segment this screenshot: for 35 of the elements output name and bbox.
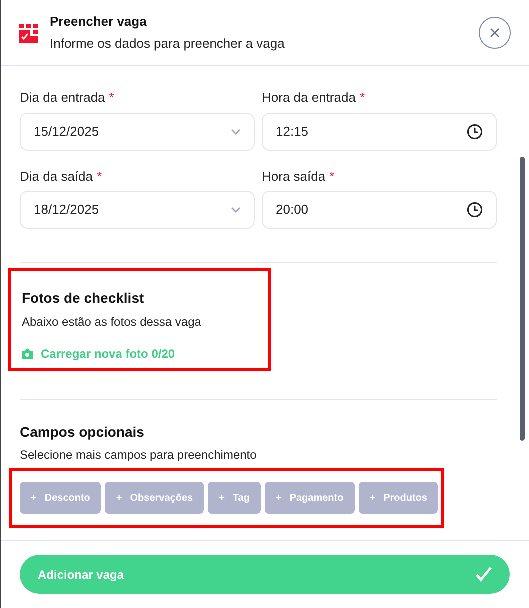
dialog-title: Preencher vaga [50, 12, 148, 31]
chevron-down-icon [231, 128, 241, 134]
section-subtitle: Selecione mais campos para preenchimento [20, 447, 258, 464]
submit-button[interactable]: Adicionar vaga [20, 555, 510, 594]
field-label: Hora saída [262, 168, 326, 186]
optional-field-button[interactable]: + Pagamento [264, 482, 355, 514]
optional-field-button[interactable]: + Observações [105, 482, 204, 514]
scrollbar-thumb[interactable] [520, 157, 525, 441]
optional-field-button[interactable]: + Tag [208, 482, 261, 514]
date-field[interactable]: 15/12/2025 [20, 112, 255, 150]
required-mark: * [97, 168, 102, 186]
close-icon [490, 28, 500, 38]
date-field[interactable]: 18/12/2025 [20, 191, 255, 229]
field-label: Hora da entrada [262, 89, 356, 107]
time-field[interactable]: 20:00 [262, 191, 497, 229]
optional-field-button[interactable]: + Produtos [358, 482, 438, 514]
section-subtitle: Abaixo estão as fotos dessa vaga [22, 314, 202, 331]
clock-icon [467, 124, 483, 140]
required-mark: * [360, 89, 366, 107]
dialog-subtitle: Informe os dados para preencher a vaga [50, 35, 286, 53]
chevron-down-icon [231, 207, 241, 213]
close-button[interactable] [479, 16, 511, 48]
parking-grid-icon [19, 22, 39, 42]
section-title: Campos opcionais [20, 423, 146, 442]
checkmark-icon [476, 567, 492, 582]
field-label: Dia da saída [20, 168, 93, 186]
time-field[interactable]: 12:15 [262, 112, 497, 150]
section-title: Fotos de checklist [22, 289, 146, 308]
optional-field-button[interactable]: + Desconto [20, 482, 102, 514]
clock-icon [467, 202, 483, 218]
field-label: Dia da entrada [20, 89, 106, 107]
camera-icon [22, 349, 33, 359]
required-mark: * [330, 168, 335, 186]
upload-photo-link[interactable]: Carregar nova foto 0/20 [22, 345, 176, 363]
required-mark: * [109, 89, 114, 107]
